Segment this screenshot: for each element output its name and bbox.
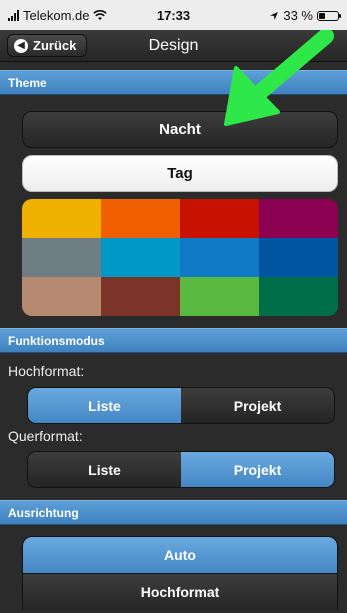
color-swatch[interactable] (101, 238, 180, 277)
color-swatch[interactable] (180, 199, 259, 238)
section-header-orientation: Ausrichtung (0, 500, 347, 525)
landscape-liste-option[interactable]: Liste (28, 452, 181, 487)
portrait-projekt-option[interactable]: Projekt (181, 388, 334, 423)
portrait-mode-label: Hochformat: (8, 363, 85, 379)
landscape-mode-label: Querformat: (8, 428, 83, 444)
landscape-mode-toggle: Liste Projekt (27, 451, 335, 488)
color-swatch[interactable] (22, 238, 101, 277)
color-swatch-grid (22, 199, 338, 316)
color-swatch[interactable] (180, 238, 259, 277)
landscape-projekt-option[interactable]: Projekt (181, 452, 334, 487)
color-swatch[interactable] (180, 277, 259, 316)
section-header-mode: Funktionsmodus (0, 328, 347, 353)
color-swatch[interactable] (22, 199, 101, 238)
orientation-portrait-option[interactable]: Hochformat (22, 573, 338, 610)
green-arrow-icon (224, 30, 334, 126)
color-swatch[interactable] (101, 199, 180, 238)
battery-icon (317, 10, 341, 21)
color-swatch[interactable] (259, 238, 338, 277)
battery-percent: 33 % (283, 8, 313, 23)
theme-day-button[interactable]: Tag (22, 155, 338, 192)
orientation-auto-option[interactable]: Auto (22, 536, 338, 573)
color-swatch[interactable] (101, 277, 180, 316)
status-bar: Telekom.de 17:33 33 % (0, 0, 347, 30)
color-swatch[interactable] (22, 277, 101, 316)
location-arrow-icon (270, 11, 279, 20)
color-swatch[interactable] (259, 199, 338, 238)
status-right: 33 % (269, 8, 341, 23)
color-swatch[interactable] (259, 277, 338, 316)
portrait-liste-option[interactable]: Liste (28, 388, 181, 423)
portrait-mode-toggle: Liste Projekt (27, 387, 335, 424)
